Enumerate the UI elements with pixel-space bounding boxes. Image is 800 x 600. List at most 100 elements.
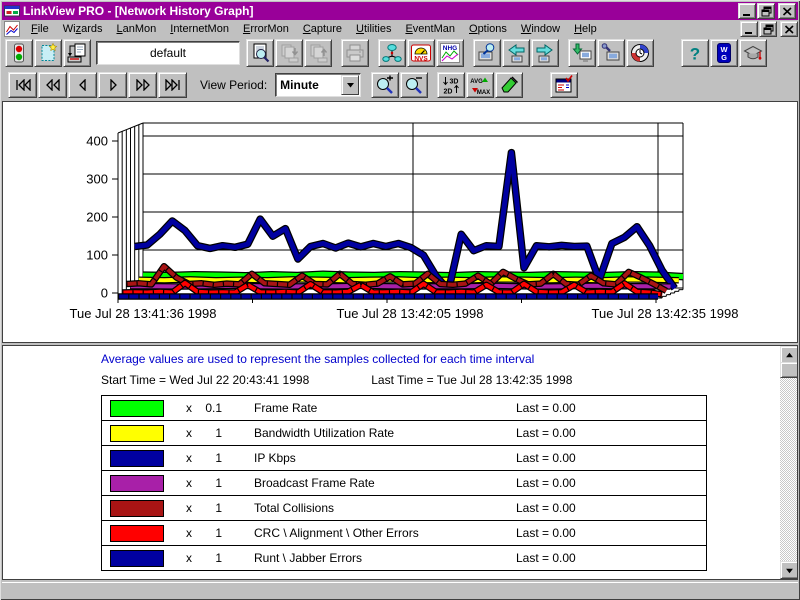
window-title: LinkView PRO - [Network History Graph] (23, 4, 737, 18)
monitor-start-stop-button[interactable] (5, 39, 33, 67)
chevron-down-icon[interactable] (341, 75, 359, 95)
vertical-scrollbar[interactable] (780, 346, 797, 579)
next-sample-button[interactable] (98, 72, 127, 98)
mdi-restore-button[interactable] (759, 21, 777, 37)
series-label: Total Collisions (222, 501, 516, 515)
scrollbar-thumb[interactable] (780, 362, 798, 378)
svg-text:Tue Jul 28 13:41:36 1998: Tue Jul 28 13:41:36 1998 (70, 306, 217, 321)
restore-button[interactable] (757, 3, 775, 19)
scale-prefix: x (182, 551, 196, 565)
scale-factor: 1 (196, 476, 222, 490)
series-legend-table: x0.1Frame RateLast = 0.00x1Bandwidth Uti… (101, 395, 707, 571)
schedule-button[interactable] (626, 39, 654, 67)
next-device-button[interactable] (531, 39, 559, 67)
previous-device-button[interactable] (502, 39, 530, 67)
svg-text:NHG: NHG (443, 45, 457, 52)
topology-button[interactable] (378, 39, 406, 67)
menu-internetmon[interactable]: InternetMon (163, 21, 236, 37)
svg-text:G: G (721, 53, 727, 62)
document-chart-icon[interactable] (4, 21, 20, 37)
legend-panel: Average values are used to represent the… (2, 345, 798, 580)
minimize-button[interactable] (738, 3, 756, 19)
examine-device-button[interactable] (473, 39, 501, 67)
series-label: IP Kbps (222, 451, 516, 465)
series-last-value: Last = 0.00 (516, 526, 706, 540)
series-label: Broadcast Frame Rate (222, 476, 516, 490)
menu-bar: FileWizardsLanMonInternetMonErrorMonCapt… (2, 20, 798, 38)
legend-row[interactable]: x1Broadcast Frame RateLast = 0.00 (102, 471, 706, 496)
scroll-down-icon[interactable] (780, 561, 798, 579)
workgroup-button[interactable]: WG (710, 39, 738, 67)
toggle-3d-2d-button[interactable]: 3D2D (437, 72, 465, 98)
last-sample-button[interactable] (158, 72, 187, 98)
print-preview-button[interactable] (246, 39, 274, 67)
view-period-value: Minute (276, 78, 341, 92)
menu-options[interactable]: Options (462, 21, 514, 37)
legend-row[interactable]: x1CRC \ Alignment \ Other ErrorsLast = 0… (102, 521, 706, 546)
series-color-swatch (110, 550, 164, 567)
zoom-out-button[interactable] (400, 72, 428, 98)
view-toolbar: View Period: Minute 3D2DAVGMAX (2, 68, 798, 102)
svg-text:400: 400 (86, 134, 108, 149)
svg-text:3D: 3D (450, 78, 459, 85)
store-config-button (275, 39, 303, 67)
menu-file[interactable]: File (24, 21, 56, 37)
menu-eventman[interactable]: EventMan (398, 21, 462, 37)
legend-row[interactable]: x0.1Frame RateLast = 0.00 (102, 396, 706, 421)
app-icon (4, 3, 20, 19)
erase-button[interactable] (495, 72, 523, 98)
scale-prefix: x (182, 451, 196, 465)
new-config-button[interactable] (34, 39, 62, 67)
analyze-button[interactable] (597, 39, 625, 67)
time-range: Start Time = Wed Jul 22 20:43:41 1998Las… (101, 373, 572, 387)
main-toolbar: default NVS NHG?WG (2, 38, 798, 68)
last-time: Last Time = Tue Jul 28 13:42:35 1998 (371, 373, 572, 387)
menu-utilities[interactable]: Utilities (349, 21, 398, 37)
scale-factor: 0.1 (196, 401, 222, 415)
scale-factor: 1 (196, 426, 222, 440)
menu-wizards[interactable]: Wizards (56, 21, 110, 37)
series-color-swatch (110, 475, 164, 492)
svg-text:AVG: AVG (470, 79, 483, 85)
series-last-value: Last = 0.00 (516, 501, 706, 515)
zoom-in-button[interactable] (371, 72, 399, 98)
series-label: CRC \ Alignment \ Other Errors (222, 526, 516, 540)
fast-back-button[interactable] (38, 72, 67, 98)
svg-text:2D: 2D (444, 88, 453, 95)
svg-text:Tue Jul 28 13:42:05 1998: Tue Jul 28 13:42:05 1998 (337, 306, 484, 321)
display-options-button[interactable] (550, 72, 578, 98)
menu-window[interactable]: Window (514, 21, 567, 37)
scale-prefix: x (182, 476, 196, 490)
mdi-close-button[interactable] (780, 21, 798, 37)
help-button[interactable]: ? (681, 39, 709, 67)
series-last-value: Last = 0.00 (516, 551, 706, 565)
tutorial-button[interactable] (739, 39, 767, 67)
close-button[interactable] (778, 3, 796, 19)
fast-forward-button[interactable] (128, 72, 157, 98)
previous-sample-button[interactable] (68, 72, 97, 98)
first-sample-button[interactable] (8, 72, 37, 98)
history-graph-button[interactable]: NHG (436, 39, 464, 67)
mdi-minimize-button[interactable] (740, 21, 758, 37)
scale-prefix: x (182, 426, 196, 440)
legend-row[interactable]: x1IP KbpsLast = 0.00 (102, 446, 706, 471)
series-last-value: Last = 0.00 (516, 426, 706, 440)
legend-row[interactable]: x1Total CollisionsLast = 0.00 (102, 496, 706, 521)
nvs-button[interactable]: NVS (407, 39, 435, 67)
legend-row[interactable]: x1Runt \ Jabber ErrorsLast = 0.00 (102, 546, 706, 570)
menu-errormon[interactable]: ErrorMon (236, 21, 296, 37)
view-period-select[interactable]: Minute (275, 73, 361, 97)
menu-lanmon[interactable]: LanMon (109, 21, 163, 37)
avg-max-button[interactable]: AVGMAX (466, 72, 494, 98)
menu-help[interactable]: Help (567, 21, 604, 37)
download-button[interactable] (568, 39, 596, 67)
config-name-field[interactable]: default (96, 41, 240, 65)
series-color-swatch (110, 400, 164, 417)
legend-row[interactable]: x1Bandwidth Utilization RateLast = 0.00 (102, 421, 706, 446)
scale-factor: 1 (196, 526, 222, 540)
save-config-button[interactable] (63, 39, 91, 67)
network-history-chart: 0100200300400Tue Jul 28 13:41:36 1998Tue… (3, 102, 795, 340)
menu-capture[interactable]: Capture (296, 21, 349, 37)
series-color-swatch (110, 425, 164, 442)
series-color-swatch (110, 450, 164, 467)
